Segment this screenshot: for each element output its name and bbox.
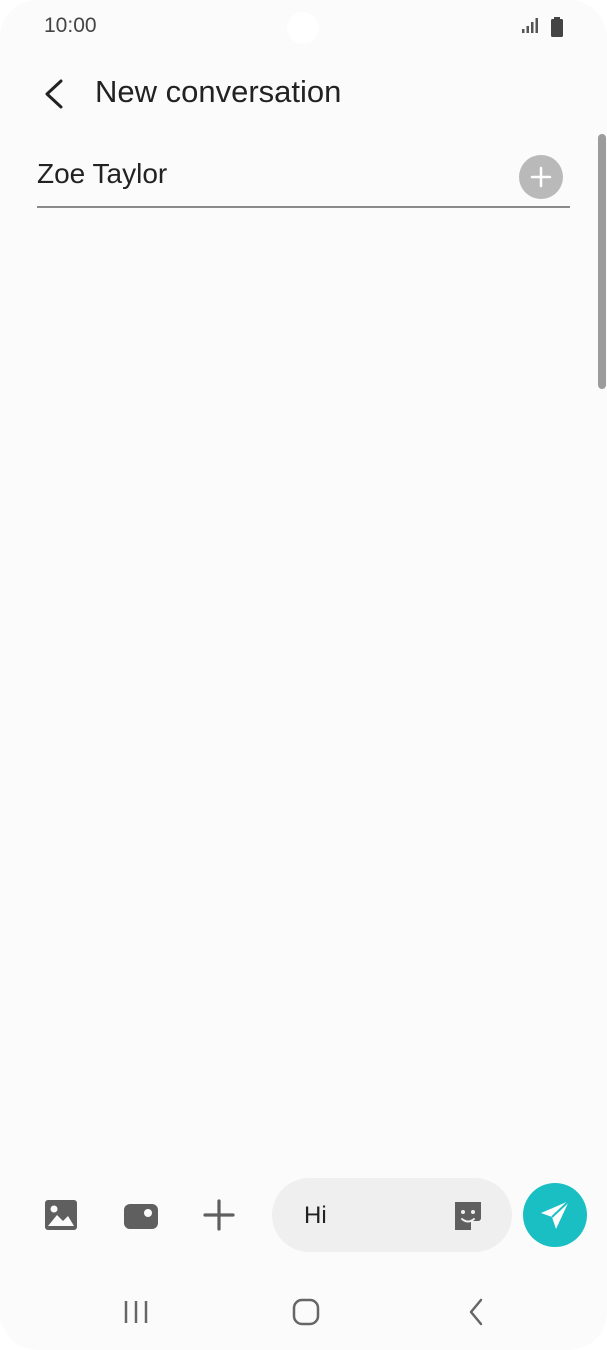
signal-icon	[522, 18, 538, 33]
arrow-left-icon	[45, 79, 63, 109]
nav-home-button[interactable]	[276, 1287, 336, 1337]
sticker-icon	[455, 1202, 481, 1230]
status-time: 10:00	[44, 14, 97, 37]
recipient-name[interactable]: Zoe Taylor	[37, 158, 167, 190]
nav-recents-button[interactable]	[106, 1287, 166, 1337]
scrollbar[interactable]	[598, 134, 606, 389]
send-button[interactable]	[523, 1183, 587, 1247]
page-title: New conversation	[95, 74, 342, 109]
recipient-field[interactable]: Zoe Taylor	[37, 150, 570, 208]
nav-back-icon	[469, 1298, 483, 1326]
back-button[interactable]	[30, 70, 78, 118]
nav-back-button[interactable]	[446, 1287, 506, 1337]
gallery-button[interactable]	[35, 1189, 87, 1241]
message-text[interactable]: Hi	[304, 1202, 327, 1230]
add-recipient-button[interactable]	[519, 155, 563, 199]
plus-icon	[203, 1199, 235, 1231]
sticker-button[interactable]	[448, 1196, 488, 1236]
camera-button[interactable]	[115, 1189, 167, 1241]
messaging-screen: 10:00 New conversation Zoe Taylor Hi	[0, 0, 607, 1350]
message-input[interactable]: Hi	[272, 1178, 512, 1252]
battery-icon	[551, 17, 563, 37]
image-icon	[45, 1200, 77, 1230]
front-camera	[287, 12, 319, 44]
send-icon	[541, 1200, 570, 1229]
attach-more-button[interactable]	[193, 1189, 245, 1241]
recents-icon	[124, 1301, 148, 1323]
home-icon	[292, 1298, 320, 1326]
plus-circle-icon	[530, 166, 552, 188]
camera-icon	[124, 1204, 158, 1229]
